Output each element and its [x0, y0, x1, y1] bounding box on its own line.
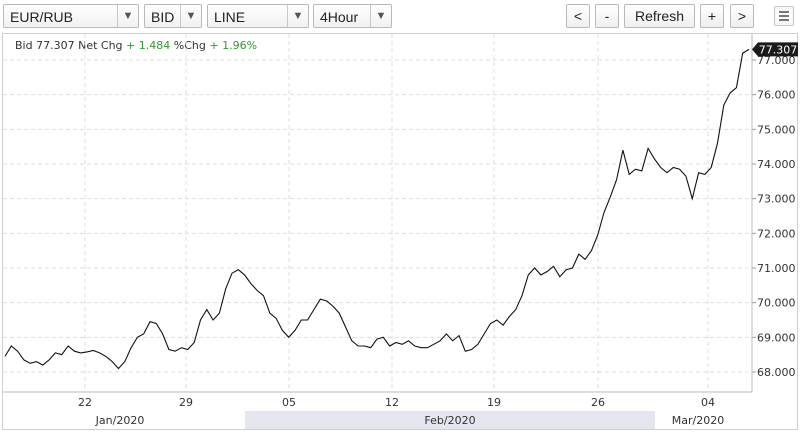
y-tick-label: 71.000: [757, 262, 796, 275]
y-tick-label: 76.000: [757, 89, 796, 102]
last-price-tag-label: 77.307: [759, 43, 798, 56]
y-tick-label: 68.000: [757, 366, 796, 379]
x-tick-label: 05: [282, 396, 296, 409]
y-tick-label: 70.000: [757, 297, 796, 310]
x-tick-label: 22: [78, 396, 92, 409]
month-label: Feb/2020: [424, 414, 475, 427]
x-tick-label: 26: [591, 396, 605, 409]
month-band: Jan/2020 Feb/2020 Mar/2020: [3, 411, 797, 429]
y-tick-label: 72.000: [757, 227, 796, 240]
month-label: Jan/2020: [95, 414, 145, 427]
y-tick-label: 74.000: [757, 158, 796, 171]
chart-grid: [3, 34, 752, 392]
price-line: [4, 48, 750, 370]
y-axis: 68.000 69.000 70.000 71.000 72.000 73.000 74.0…: [751, 34, 796, 392]
price-chart[interactable]: Jan/2020 Feb/2020 Mar/2020 68.000 69.000 70.…: [0, 0, 800, 433]
month-label: Mar/2020: [672, 414, 724, 427]
y-tick-label: 75.000: [757, 123, 796, 136]
x-axis: 22 29 05 12 19 26 04: [3, 391, 752, 409]
y-tick-label: 69.000: [757, 331, 796, 344]
x-tick-label: 19: [487, 396, 501, 409]
last-price-tag: 77.307: [752, 42, 798, 57]
x-tick-label: 04: [701, 396, 715, 409]
x-tick-label: 29: [179, 396, 193, 409]
x-tick-label: 12: [385, 396, 399, 409]
y-tick-label: 73.000: [757, 193, 796, 206]
